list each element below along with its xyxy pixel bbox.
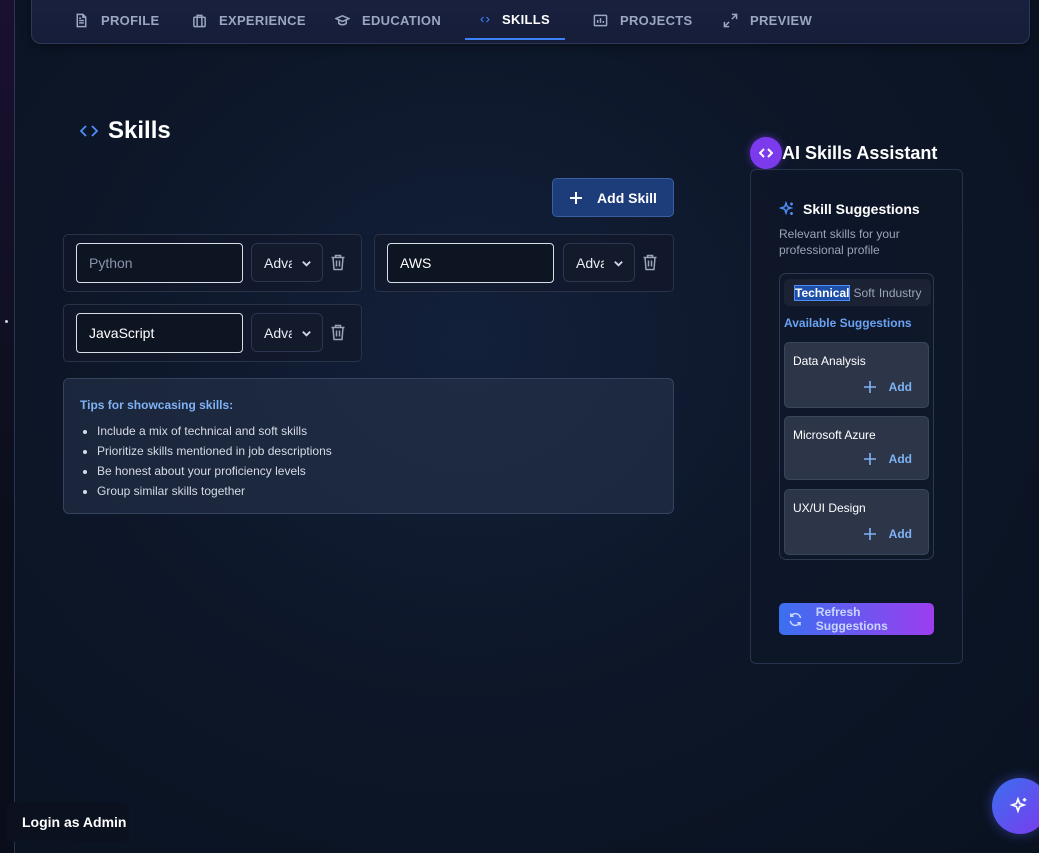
left-sidebar-edge [0, 0, 15, 853]
tips-panel: Tips for showcasing skills: Include a mi… [63, 378, 674, 514]
tab-label: EXPERIENCE [219, 13, 306, 28]
tip-item: Be honest about your proficiency levels [97, 461, 657, 481]
tab-education[interactable]: EDUCATION [335, 1, 441, 40]
skill-row: Advanced [63, 234, 362, 292]
skill-row: Advanced [374, 234, 674, 292]
refresh-icon [789, 612, 802, 626]
chevron-down-icon [614, 261, 623, 267]
available-suggestions-label: Available Suggestions [784, 316, 912, 330]
tab-label: PREVIEW [750, 13, 813, 28]
code-icon [480, 16, 490, 23]
tab-label: PROJECTS [620, 13, 693, 28]
add-label: Add [888, 380, 912, 394]
delete-skill-button[interactable] [642, 254, 658, 271]
trash-icon [331, 254, 345, 271]
trash-icon [331, 324, 345, 341]
trash-icon [643, 254, 657, 271]
sparkles-icon [1009, 796, 1027, 814]
skill-name-input[interactable] [387, 243, 554, 283]
refresh-label: Refresh Suggestions [815, 605, 888, 633]
suggestions-subtitle: Relevant skills for your professional pr… [779, 227, 900, 257]
category-tab-soft[interactable]: Soft [851, 286, 876, 300]
add-label: Add [888, 527, 912, 541]
ai-assistant-panel: Skill Suggestions Relevant skills for yo… [750, 169, 963, 664]
suggestion-card: UX/UI Design Add [784, 489, 929, 555]
skill-name-input[interactable] [76, 313, 243, 353]
page-title-text: Skills [108, 117, 171, 144]
category-tabs: Technical Soft Industry [784, 279, 931, 306]
refresh-suggestions-button[interactable]: Refresh Suggestions [779, 603, 934, 635]
top-navigation: PROFILE EXPERIENCE EDUCATION SKILLS PROJ… [31, 0, 1030, 44]
expand-icon [723, 13, 738, 28]
delete-skill-button[interactable] [330, 324, 346, 341]
tab-label: PROFILE [101, 13, 160, 28]
ai-assistant-toggle[interactable] [750, 137, 782, 169]
tab-experience[interactable]: EXPERIENCE [192, 1, 306, 40]
briefcase-icon [193, 14, 206, 28]
plus-icon [570, 191, 583, 204]
tab-projects[interactable]: PROJECTS [593, 1, 692, 40]
ai-assistant-header: AI Skills Assistant [750, 137, 937, 169]
suggestion-card: Data Analysis Add [784, 342, 929, 408]
code-icon [759, 148, 773, 158]
sparkles-icon [779, 201, 794, 216]
add-suggestion-button[interactable]: Add [863, 380, 912, 394]
skill-row: Advanced [63, 304, 362, 362]
tip-item: Group similar skills together [97, 481, 657, 501]
tab-profile[interactable]: PROFILE [74, 1, 159, 40]
add-label: Add [888, 452, 912, 466]
tab-preview[interactable]: PREVIEW [723, 1, 812, 40]
category-tab-technical[interactable]: Technical [793, 284, 851, 301]
add-skill-label: Add Skill [597, 189, 657, 206]
chart-icon [593, 14, 608, 27]
ai-chat-fab[interactable] [992, 778, 1039, 834]
plus-icon [863, 528, 876, 540]
add-suggestion-button[interactable]: Add [863, 527, 912, 541]
document-icon [76, 13, 87, 28]
tab-skills[interactable]: SKILLS [465, 1, 565, 40]
skill-level-value: Advanced [264, 324, 292, 341]
tab-label: EDUCATION [362, 13, 442, 28]
code-icon [79, 125, 99, 137]
chevron-down-icon [302, 261, 311, 267]
skill-level-value: Advanced [264, 254, 292, 271]
add-skill-button[interactable]: Add Skill [552, 178, 674, 217]
tips-title: Tips for showcasing skills: [80, 398, 234, 412]
suggestions-title: Skill Suggestions [803, 201, 920, 217]
graduation-cap-icon [335, 14, 350, 26]
plus-icon [863, 453, 876, 465]
skill-level-select[interactable]: Advanced [563, 243, 635, 282]
suggestions-header: Skill Suggestions [779, 201, 920, 217]
skill-level-select[interactable]: Advanced [251, 313, 323, 352]
add-suggestion-button[interactable]: Add [863, 452, 912, 466]
skill-level-value: Advanced [576, 254, 604, 271]
tab-label: SKILLS [501, 12, 550, 27]
chevron-down-icon [302, 331, 311, 337]
skill-name-input[interactable] [76, 243, 243, 283]
tips-list: Include a mix of technical and soft skil… [80, 421, 657, 501]
delete-skill-button[interactable] [330, 254, 346, 271]
page-title: Skills [79, 117, 171, 145]
login-label: Login as Admin [22, 814, 127, 830]
category-tab-industry[interactable]: Industry [877, 286, 924, 300]
suggestion-name: UX/UI Design [793, 501, 866, 515]
plus-icon [863, 381, 876, 393]
tip-item: Prioritize skills mentioned in job descr… [97, 441, 657, 461]
tip-item: Include a mix of technical and soft skil… [97, 421, 657, 441]
ai-assistant-title: AI Skills Assistant [782, 142, 938, 163]
skill-level-select[interactable]: Advanced [251, 243, 323, 282]
sidebar-dot [5, 320, 8, 323]
suggestion-card: Microsoft Azure Add [784, 416, 929, 480]
login-as-admin-button[interactable]: Login as Admin [7, 802, 129, 842]
suggestions-box: Technical Soft Industry Available Sugges… [779, 273, 934, 560]
suggestion-name: Data Analysis [793, 354, 866, 368]
category-tab-label: Technical [793, 284, 851, 301]
suggestion-name: Microsoft Azure [793, 428, 876, 442]
